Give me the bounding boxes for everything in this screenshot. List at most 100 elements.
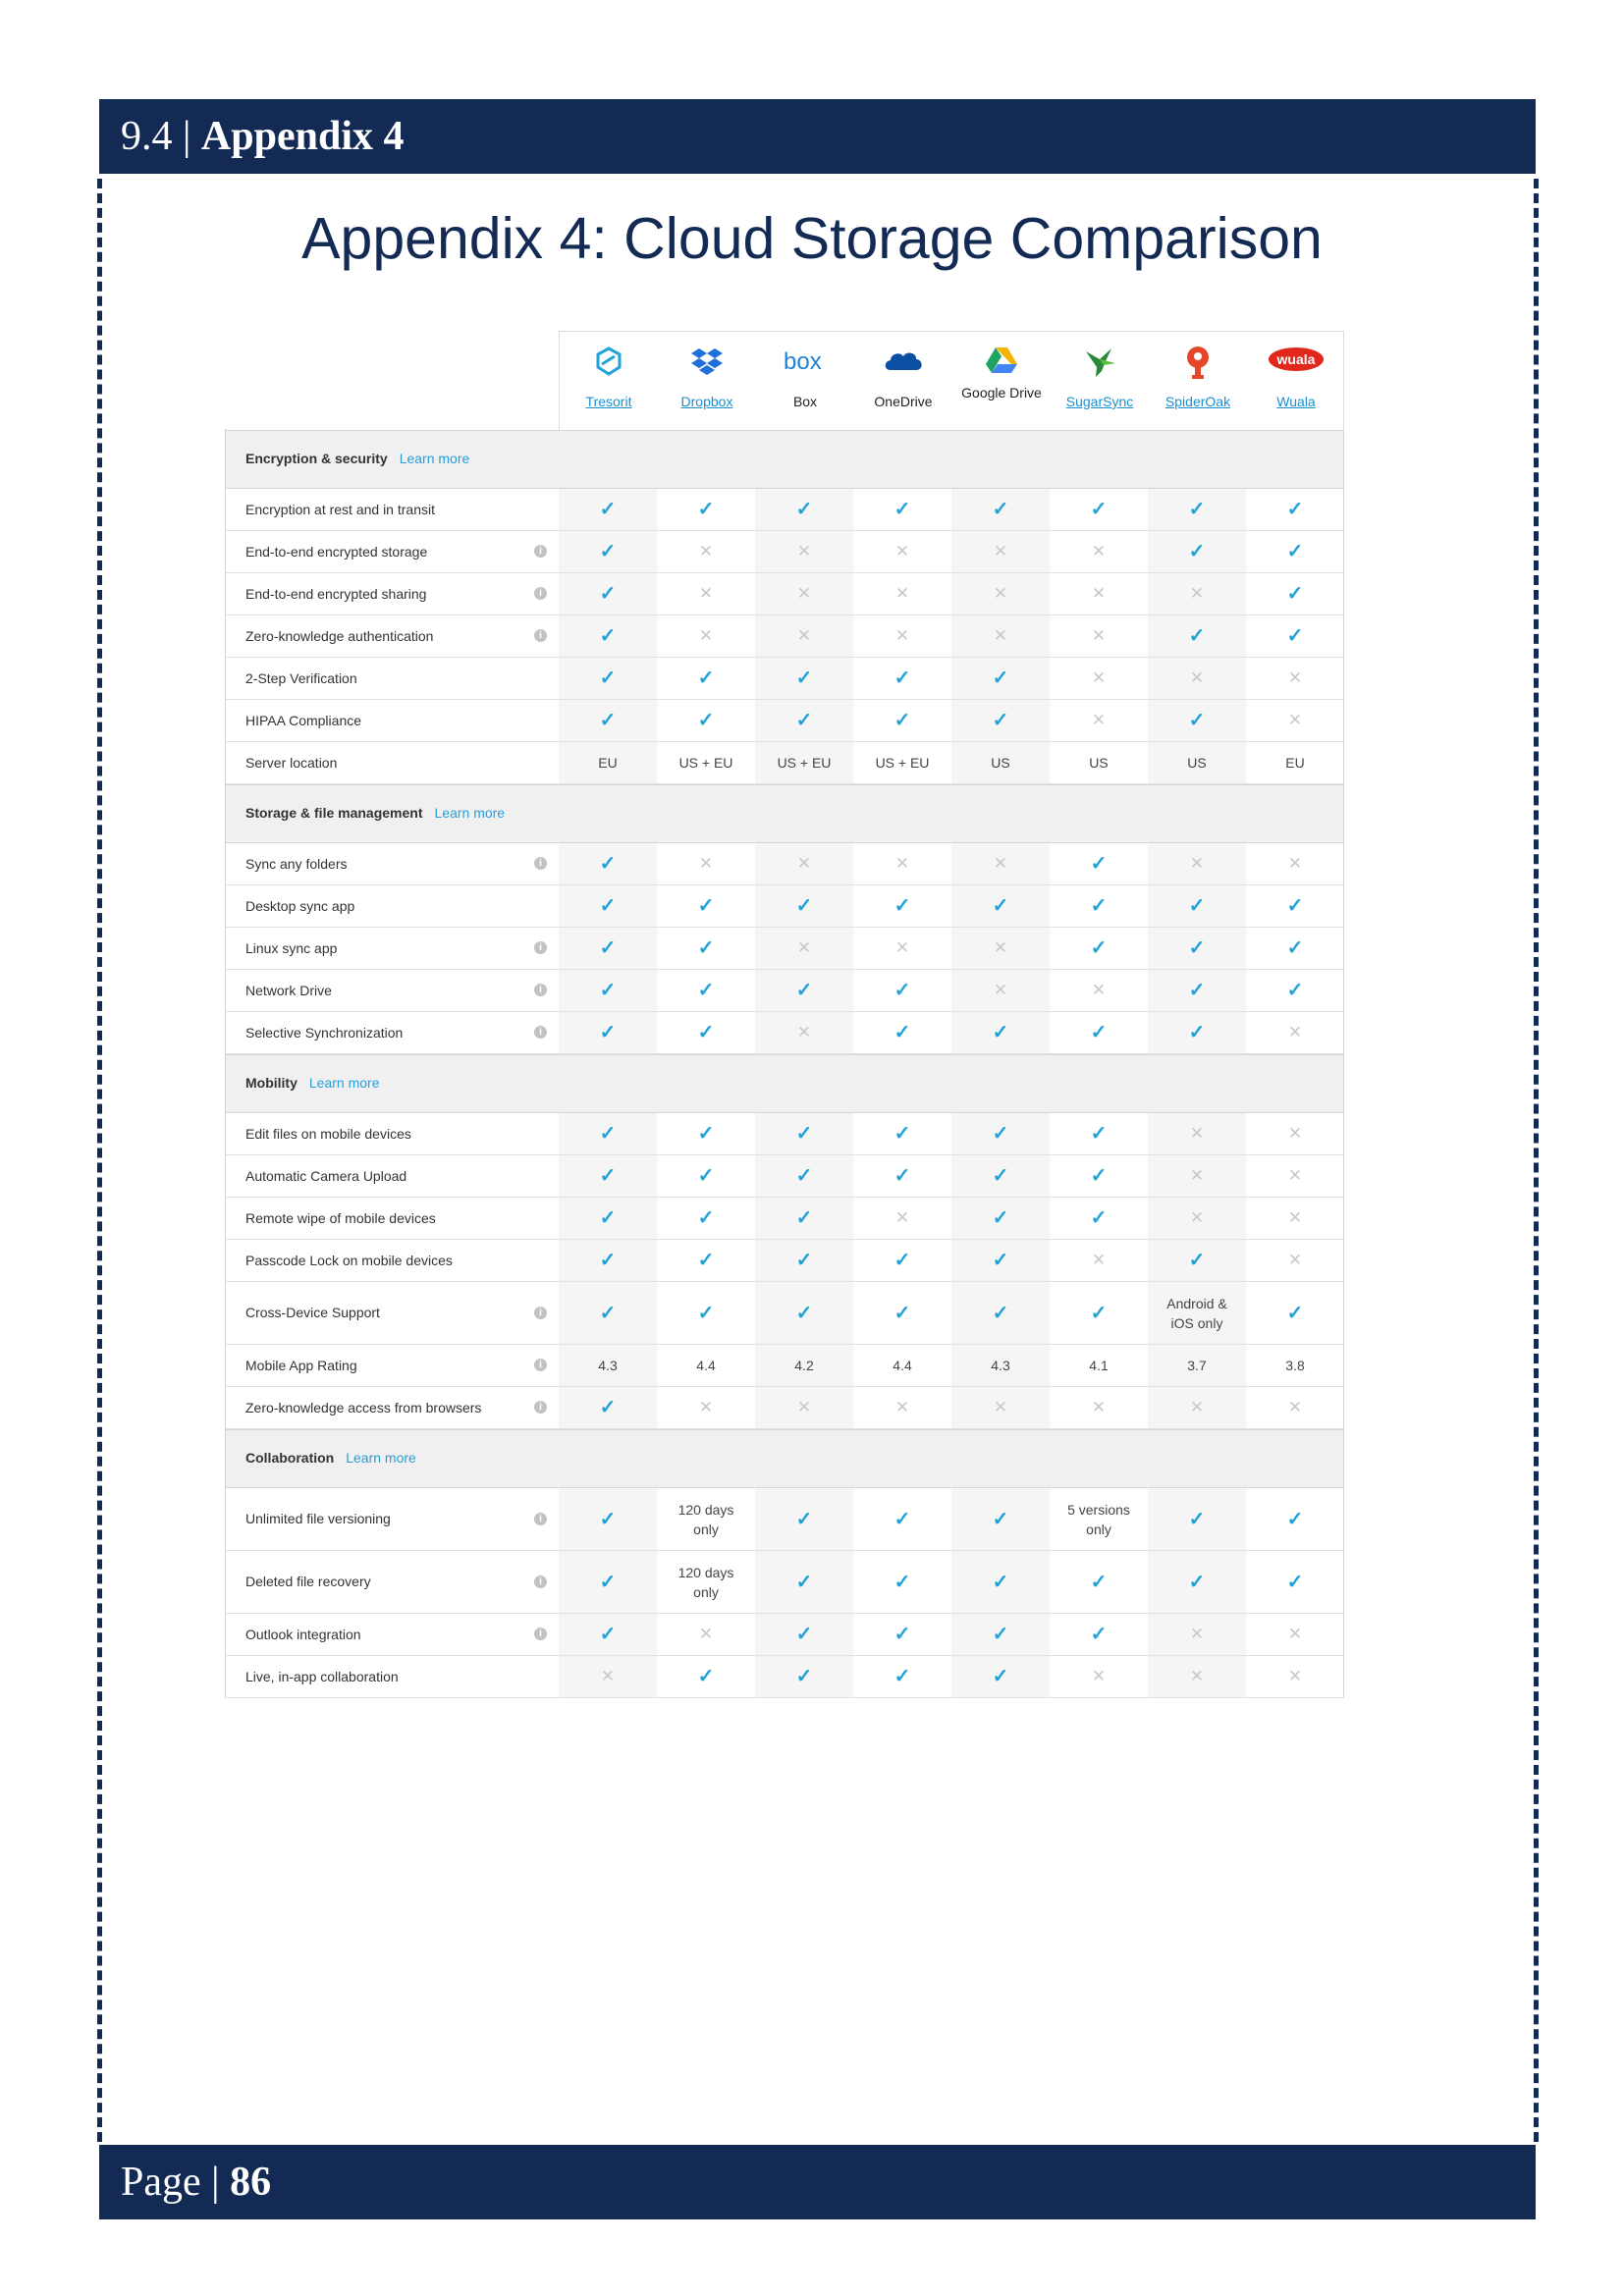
check-icon: ✓	[559, 573, 657, 614]
provider-name: Google Drive	[961, 385, 1042, 400]
cross-icon: ✕	[1091, 626, 1107, 645]
check-icon: ✓	[755, 970, 853, 1011]
info-icon[interactable]: i	[534, 587, 547, 600]
info-icon[interactable]: i	[534, 1575, 547, 1588]
provider-tresorit[interactable]: Tresorit	[560, 332, 658, 430]
feature-label: HIPAA Compliance	[245, 713, 362, 728]
check-icon: ✓	[559, 928, 657, 969]
check-icon: ✓	[755, 1155, 853, 1197]
info-icon[interactable]: i	[534, 1026, 547, 1039]
learn-more-link[interactable]: Learn more	[309, 1075, 380, 1091]
provider-name[interactable]: Dropbox	[658, 394, 756, 410]
info-icon[interactable]: i	[534, 941, 547, 954]
check-icon: ✓	[755, 1198, 853, 1239]
check-icon: ✓	[755, 1551, 853, 1613]
cross-icon: ✕	[755, 1387, 853, 1428]
provider-name[interactable]: SugarSync	[1051, 394, 1149, 410]
cross-icon: ✕	[755, 843, 853, 884]
check-icon: ✓	[559, 1198, 657, 1239]
check-icon: ✓	[697, 499, 715, 520]
check-icon: ✓	[559, 1012, 657, 1053]
check-icon: ✓	[951, 658, 1050, 699]
cross-icon: ✕	[1287, 711, 1303, 729]
check-icon: ✓	[893, 667, 911, 689]
check-icon: ✓	[559, 1240, 657, 1281]
info-icon[interactable]: i	[534, 545, 547, 558]
provider-wuala[interactable]: wuala Wuala	[1247, 332, 1345, 430]
table-row: Passcode Lock on mobile devices ✓ ✓ ✓ ✓ ✓ ✕ ✓ ✕	[225, 1240, 1344, 1282]
row-values: ✓ ✓ ✓ ✕ ✓ ✓ ✕ ✕	[559, 1198, 1344, 1239]
table-row: Mobile App Rating i 4.3 4.4 4.2 4.4 4.3 4.1 3.7 3…	[225, 1345, 1344, 1387]
section-title-text: Storage & file management	[245, 805, 423, 821]
check-icon: ✓	[1148, 489, 1246, 530]
feature-label: Zero-knowledge access from browsers	[245, 1400, 482, 1415]
table-row: HIPAA Compliance ✓ ✓ ✓ ✓ ✓ ✕ ✓ ✕	[225, 700, 1344, 742]
check-icon: ✓	[697, 1207, 715, 1229]
info-icon[interactable]: i	[534, 1513, 547, 1525]
provider-sugarsync[interactable]: SugarSync	[1051, 332, 1149, 430]
feature-label: Encryption at rest and in transit	[245, 502, 435, 517]
check-icon: ✓	[559, 531, 657, 572]
check-icon: ✓	[1148, 885, 1246, 927]
check-icon: ✓	[1286, 625, 1304, 647]
learn-more-link[interactable]: Learn more	[435, 805, 506, 821]
provider-spideroak[interactable]: SpiderOak	[1149, 332, 1247, 430]
check-icon: ✓	[559, 1155, 657, 1197]
provider-dropbox[interactable]: Dropbox	[658, 332, 756, 430]
table-row: Live, in-app collaboration ✕ ✓ ✓ ✓ ✓ ✕ ✕ ✕	[225, 1656, 1344, 1698]
info-icon[interactable]: i	[534, 984, 547, 996]
check-icon: ✓	[1148, 1551, 1246, 1613]
cell-value: US + EU	[755, 742, 853, 783]
info-icon[interactable]: i	[534, 629, 547, 642]
provider-name[interactable]: Tresorit	[560, 394, 658, 410]
info-icon[interactable]: i	[534, 1401, 547, 1414]
check-icon: ✓	[1148, 615, 1246, 657]
row-values: 4.3 4.4 4.2 4.4 4.3 4.1 3.7 3.8	[559, 1345, 1344, 1386]
check-icon: ✓	[893, 1508, 911, 1530]
check-icon: ✓	[1286, 980, 1304, 1001]
table-row: Zero-knowledge authentication i ✓ ✕ ✕ ✕ ✕ ✕ ✓ ✓	[225, 615, 1344, 658]
learn-more-link[interactable]: Learn more	[400, 451, 470, 466]
footer-label: Page |	[121, 2160, 220, 2205]
feature-label: Outlook integration	[245, 1627, 361, 1642]
info-icon[interactable]: i	[534, 1359, 547, 1371]
check-icon: ✓	[1148, 970, 1246, 1011]
check-icon: ✓	[697, 980, 715, 1001]
sugarsync-icon	[1051, 346, 1149, 385]
provider-name[interactable]: Wuala	[1247, 394, 1345, 410]
check-icon: ✓	[755, 1282, 853, 1344]
check-icon: ✓	[755, 1614, 853, 1655]
row-values: ✓ ✓ ✓ ✓ ✓ ✕ ✕ ✕	[559, 658, 1344, 699]
check-icon: ✓	[893, 1250, 911, 1271]
check-icon: ✓	[559, 1113, 657, 1154]
provider-name: OneDrive	[874, 394, 933, 409]
info-icon[interactable]: i	[534, 1307, 547, 1319]
check-icon: ✓	[1090, 1624, 1108, 1645]
row-values: ✓ ✕ ✕ ✕ ✕ ✕ ✕ ✓	[559, 573, 1344, 614]
table-row: Encryption at rest and in transit ✓ ✓ ✓ ✓ ✓ ✓ ✓…	[225, 489, 1344, 531]
google-drive-icon	[952, 346, 1051, 385]
cross-icon: ✕	[1287, 1398, 1303, 1416]
left-dashed-border	[97, 179, 102, 2142]
cross-icon: ✕	[698, 1398, 714, 1416]
learn-more-link[interactable]: Learn more	[346, 1450, 416, 1466]
check-icon: ✓	[559, 489, 657, 530]
check-icon: ✓	[1090, 1123, 1108, 1145]
feature-label: Desktop sync app	[245, 898, 355, 914]
info-icon[interactable]: i	[534, 857, 547, 870]
row-values: ✓ ✕ ✓ ✓ ✓ ✓ ✕ ✕	[559, 1614, 1344, 1655]
feature-label: 2-Step Verification	[245, 670, 357, 686]
svg-text:wuala: wuala	[1276, 351, 1316, 367]
info-icon[interactable]: i	[534, 1628, 547, 1640]
check-icon: ✓	[951, 1012, 1050, 1053]
provider-name[interactable]: SpiderOak	[1149, 394, 1247, 410]
check-icon: ✓	[559, 843, 657, 884]
cross-icon: ✕	[1148, 658, 1246, 699]
cell-value: 3.8	[1285, 1358, 1305, 1373]
header-text: 9.4 | Appendix 4	[121, 111, 405, 162]
check-icon: ✓	[1148, 928, 1246, 969]
cell-value: EU	[1285, 755, 1305, 771]
feature-label: Linux sync app	[245, 940, 338, 956]
feature-label: Sync any folders	[245, 856, 348, 872]
table-row: Server location EU US + EU US + EU US + EU US…	[225, 742, 1344, 784]
